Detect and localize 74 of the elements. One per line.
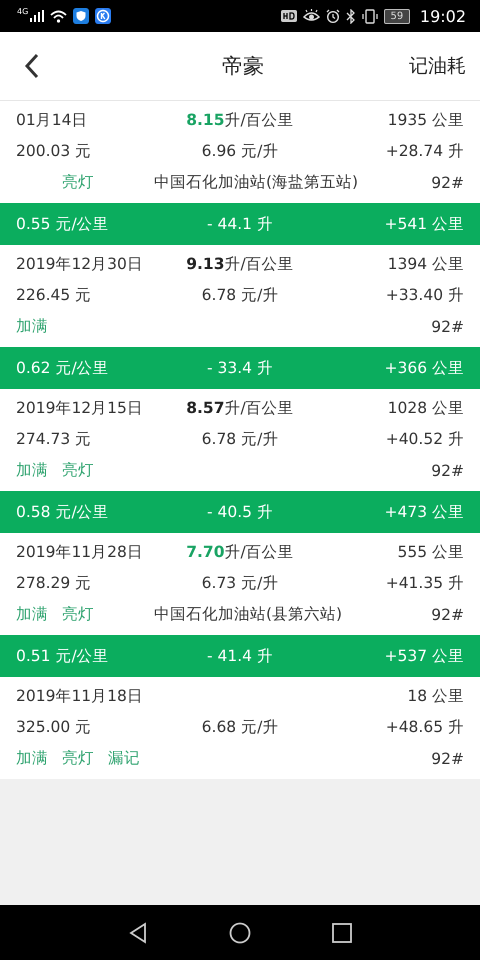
fuel-cost: 325.00 元 (16, 717, 92, 738)
distance-change: +541 公里 (384, 214, 464, 234)
eye-icon (302, 9, 320, 23)
signal-icon (30, 10, 44, 22)
odometer-distance: 555 公里 (397, 542, 464, 563)
record-tag: 亮灯 (62, 460, 108, 481)
nav-home-button[interactable] (229, 922, 251, 944)
fuel-price: 6.73 元/升 (202, 573, 278, 594)
fuel-cost: 278.29 元 (16, 573, 92, 594)
fuel-consumption: 8.15升/百公里 (186, 110, 294, 131)
wifi-icon (50, 10, 68, 22)
distance-change: +473 公里 (384, 502, 464, 522)
fuel-price: 6.68 元/升 (202, 717, 278, 738)
fuel-volume: +40.52 升 (386, 429, 464, 450)
add-record-button[interactable]: 记油耗 (409, 53, 466, 79)
record-date: 2019年11月28日 (16, 542, 143, 563)
record-tag: 亮灯 (62, 604, 108, 625)
record-date: 01月14日 (16, 110, 88, 131)
fuel-volume: +48.65 升 (386, 717, 464, 738)
shield-app-icon (73, 8, 90, 24)
battery-level: 59 (384, 8, 410, 24)
fuel-cost: 200.03 元 (16, 141, 92, 162)
gas-station: 中国石化加油站(县第六站) (154, 604, 342, 625)
nav-back-button[interactable] (127, 922, 149, 944)
fuel-price: 6.78 元/升 (202, 285, 278, 306)
odometer-distance: 1028 公里 (388, 398, 464, 419)
fuel-change: - 41.4 升 (207, 646, 273, 666)
vibrate-icon (362, 8, 378, 24)
distance-change: +537 公里 (384, 646, 464, 666)
record-tag: 加满 (16, 748, 62, 769)
fuel-volume: +41.35 升 (386, 573, 464, 594)
fuel-price: 6.78 元/升 (202, 429, 278, 450)
nav-recents-button[interactable] (331, 922, 353, 944)
cost-per-km: 0.55 元/公里 (16, 214, 109, 234)
fuel-consumption: 9.13升/百公里 (186, 254, 294, 275)
network-type: 4G (17, 7, 28, 16)
gas-station: 中国石化加油站(海盐第五站) (154, 172, 358, 193)
fuel-volume: +33.40 升 (386, 285, 464, 306)
fuel-grade: 92# (431, 606, 464, 624)
fuel-volume: +28.74 升 (386, 141, 464, 162)
fuel-consumption: 7.70升/百公里 (186, 542, 294, 563)
cost-per-km: 0.62 元/公里 (16, 358, 109, 378)
odometer-distance: 1935 公里 (388, 110, 464, 131)
record-date: 2019年11月18日 (16, 686, 143, 707)
page-title: 帝豪 (222, 53, 264, 80)
fuel-consumption: 8.57升/百公里 (186, 398, 294, 419)
fuel-grade: 92# (431, 462, 464, 480)
odometer-distance: 1394 公里 (388, 254, 464, 275)
app-icon (95, 8, 112, 24)
hd-icon (280, 10, 297, 22)
fuel-grade: 92# (431, 750, 464, 768)
fuel-grade: 92# (431, 174, 464, 192)
clock-time: 19:02 (420, 6, 466, 26)
fuel-change: - 44.1 升 (207, 214, 273, 234)
record-tag: 漏记 (108, 748, 154, 769)
fuel-change: - 33.4 升 (207, 358, 273, 378)
record-tag: 亮灯 (62, 172, 108, 193)
record-tag: 加满 (16, 604, 62, 625)
fuel-change: - 40.5 升 (207, 502, 273, 522)
record-tag: 加满 (16, 316, 62, 337)
alarm-icon (326, 9, 340, 23)
fuel-price: 6.96 元/升 (202, 141, 278, 162)
distance-change: +366 公里 (384, 358, 464, 378)
fuel-grade: 92# (431, 318, 464, 336)
fuel-cost: 226.45 元 (16, 285, 92, 306)
record-tag: 亮灯 (62, 748, 108, 769)
record-date: 2019年12月15日 (16, 398, 143, 419)
bluetooth-icon (346, 8, 356, 24)
cost-per-km: 0.58 元/公里 (16, 502, 109, 522)
record-tag: 加满 (16, 460, 62, 481)
fuel-cost: 274.73 元 (16, 429, 92, 450)
cost-per-km: 0.51 元/公里 (16, 646, 109, 666)
record-date: 2019年12月30日 (16, 254, 143, 275)
odometer-distance: 18 公里 (407, 686, 464, 707)
